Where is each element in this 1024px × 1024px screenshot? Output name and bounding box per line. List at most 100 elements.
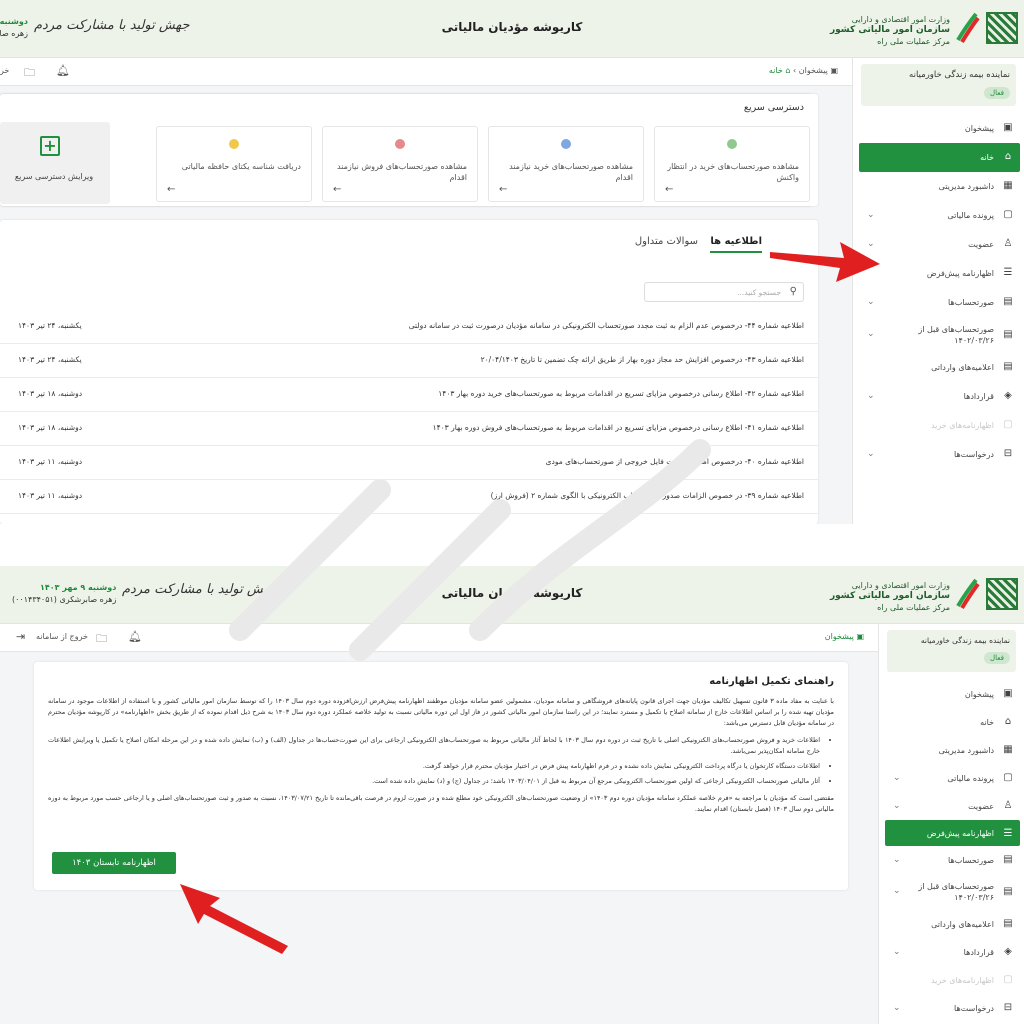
quick-tile-label: دریافت شناسه یکتای حافظه مالیاتی bbox=[181, 162, 301, 171]
quick-tile-sales-action[interactable]: مشاهده صورتحساب‌های فروش نیازمند اقدام ← bbox=[322, 126, 478, 202]
user-info[interactable]: دوشنبه زهره صابر bbox=[0, 16, 28, 40]
edit-quick-access-button[interactable]: + ویرایش دسترسی سریع bbox=[0, 122, 110, 204]
sidebar-item-desk[interactable]: ▣ پیشخوان bbox=[879, 680, 1024, 708]
table-row[interactable]: اطلاعیه شماره ۴۳- درخصوص افزایش حد مجاز … bbox=[0, 344, 818, 378]
sidebar-item-label: اظهارنامه پیش‌فرض bbox=[926, 269, 994, 278]
sidebar-item-dashboard[interactable]: ▦ داشبورد مدیریتی bbox=[879, 736, 1024, 764]
breadcrumb-desk[interactable]: پیشخوان bbox=[825, 632, 854, 641]
table-row[interactable]: اطلاعیه شماره ۴۰- درخصوص امکان دریافت فا… bbox=[0, 446, 818, 480]
toolbar: ▣ پیشخوان 🔔︎ 🗀︎ خروج از سامانه ⇥ bbox=[0, 624, 878, 652]
app-header: وزارت امور اقتصادی و دارایی سازمان امور … bbox=[0, 0, 1024, 58]
red-arrow-icon bbox=[180, 884, 288, 954]
sidebar-item-label: صورتحساب‌ها bbox=[948, 298, 994, 307]
chevron-down-icon[interactable]: ⌄ bbox=[867, 297, 875, 307]
sidebar-item-purchase-declarations: ▢ اظهارنامه‌های خرید bbox=[879, 966, 1024, 994]
sidebar-item-old-invoices[interactable]: ▤ صورتحساب‌های قبل از ۱۴۰۲/۰۳/۲۶ ⌄ bbox=[879, 874, 1024, 910]
announcement-title[interactable]: اطلاعیه شماره ۴۱- اطلاع رسانی درخصوص مزا… bbox=[433, 423, 804, 432]
announcement-date: دوشنبه، ۱۱ تیر ۱۴۰۳ bbox=[18, 491, 83, 500]
logout-button[interactable]: خر bbox=[0, 66, 9, 75]
sidebar-item-purchase-declarations: ▢ اظهارنامه‌های خرید bbox=[853, 411, 1024, 440]
folder-icon[interactable]: 🗀︎ bbox=[24, 64, 35, 83]
quick-tile-purchase-action[interactable]: مشاهده صورتحساب‌های خرید نیازمند اقدام ← bbox=[488, 126, 644, 202]
status-badge: فعال bbox=[984, 87, 1010, 99]
sidebar-item-default-declaration[interactable]: ☰ اظهارنامه پیش‌فرض bbox=[885, 820, 1020, 846]
sidebar-item-requests[interactable]: ⊟ درخواست‌ها ⌄ bbox=[879, 994, 1024, 1022]
sidebar-item-contracts[interactable]: ◈ قراردادها ⌄ bbox=[879, 938, 1024, 966]
invoice-icon bbox=[561, 139, 571, 149]
breadcrumb-home[interactable]: خانه bbox=[769, 66, 783, 75]
sidebar-item-import-notices[interactable]: ▤ اعلامیه‌های وارداتی bbox=[879, 910, 1024, 938]
user-date: دوشنبه bbox=[0, 17, 28, 26]
sidebar-item-membership[interactable]: ♙ عضویت ⌄ bbox=[879, 792, 1024, 820]
table-row[interactable]: اطلاعیه شماره ۴۱- اطلاع رسانی درخصوص مزا… bbox=[0, 412, 818, 446]
announcement-title[interactable]: اطلاعیه شماره ۳۹- در خصوص الزامات صدور ص… bbox=[491, 491, 804, 500]
announcement-title[interactable]: اطلاعیه شماره ۴۲- اطلاع رسانی درخصوص مزا… bbox=[438, 389, 804, 398]
chevron-down-icon[interactable]: ⌄ bbox=[893, 773, 901, 783]
guide-title: راهنمای تکمیل اظهارنامه bbox=[709, 676, 834, 687]
sidebar-item-contracts[interactable]: ◈ قراردادها ⌄ bbox=[853, 382, 1024, 411]
plus-icon: + bbox=[40, 136, 60, 156]
sidebar-item-label: درخواست‌ها bbox=[954, 1003, 994, 1013]
file-icon: ▢ bbox=[1003, 209, 1013, 220]
chevron-down-icon[interactable]: ⌄ bbox=[893, 801, 901, 811]
chevron-down-icon[interactable]: ⌄ bbox=[867, 449, 875, 459]
sidebar-item-label: اظهارنامه‌های خرید bbox=[930, 421, 994, 430]
bell-icon[interactable]: 🔔︎ bbox=[56, 64, 70, 77]
sidebar-item-old-invoices[interactable]: ▤ صورتحساب‌های قبل از ۱۴۰۲/۰۳/۲۶ ⌄ bbox=[853, 317, 1024, 353]
chevron-down-icon[interactable]: ⌄ bbox=[893, 947, 901, 957]
invoice-icon: ▤ bbox=[1003, 329, 1013, 340]
table-row[interactable]: اطلاعیه شماره ۴۴- درخصوص عدم الزام به ثب… bbox=[0, 310, 818, 344]
table-row[interactable]: اطلاعیه شماره ۳۹- در خصوص الزامات صدور ص… bbox=[0, 480, 818, 514]
announcement-title[interactable]: اطلاعیه شماره ۴۰- درخصوص امکان دریافت فا… bbox=[546, 457, 804, 466]
logout-button[interactable]: خروج از سامانه bbox=[36, 632, 88, 641]
announcement-date: دوشنبه، ۱۸ تیر ۱۴۰۳ bbox=[18, 423, 83, 432]
sidebar-item-label: داشبورد مدیریتی bbox=[938, 745, 994, 755]
logout-icon[interactable]: ⇥ bbox=[16, 630, 25, 643]
announcement-title[interactable]: اطلاعیه شماره ۴۳- درخصوص افزایش حد مجاز … bbox=[481, 355, 804, 364]
breadcrumb-separator: › bbox=[792, 66, 797, 75]
sidebar-item-home[interactable]: ⌂ خانه bbox=[859, 143, 1020, 172]
sidebar-item-tax-file[interactable]: ▢ پرونده مالیاتی ⌄ bbox=[853, 201, 1024, 230]
user-icon: ♙ bbox=[1003, 800, 1013, 811]
grid-icon: ▦ bbox=[1003, 744, 1013, 755]
sidebar-item-label: خانه bbox=[980, 717, 994, 727]
sidebar-item-import-notices[interactable]: ▤ اعلامیه‌های وارداتی bbox=[853, 353, 1024, 382]
red-arrow-icon bbox=[770, 242, 880, 282]
grid-icon: ▦ bbox=[1003, 180, 1013, 191]
tab-faq[interactable]: سوالات متداول bbox=[635, 236, 698, 247]
chevron-down-icon[interactable]: ⌄ bbox=[893, 855, 901, 865]
user-icon: ♙ bbox=[1003, 238, 1013, 249]
user-info[interactable]: دوشنبه ۹ مهر ۱۴۰۳ زهره صابرشکری (۰۰۱۴۳۴۰… bbox=[12, 582, 116, 606]
breadcrumb: ▣ پیشخوان bbox=[825, 632, 864, 641]
bell-icon[interactable]: 🔔︎ bbox=[128, 630, 142, 643]
arrow-left-icon: ← bbox=[499, 184, 508, 195]
sidebar-item-dashboard[interactable]: ▦ داشبورد مدیریتی bbox=[853, 172, 1024, 201]
breadcrumb-desk[interactable]: پیشخوان bbox=[799, 66, 828, 75]
quick-tile-memory-id[interactable]: دریافت شناسه یکتای حافظه مالیاتی ← bbox=[156, 126, 312, 202]
sidebar-item-label: پرونده مالیاتی bbox=[947, 211, 994, 220]
announcement-title[interactable]: اطلاعیه شماره ۴۴- درخصوص عدم الزام به ثب… bbox=[409, 321, 804, 330]
chevron-down-icon[interactable]: ⌄ bbox=[867, 210, 875, 220]
user-name: زهره صابرشکری (۰۰۱۴۳۴۰۵۱) bbox=[12, 595, 117, 604]
sidebar-item-invoices[interactable]: ▤ صورتحساب‌ها ⌄ bbox=[879, 846, 1024, 874]
tab-announcements[interactable]: اطلاعیه ها bbox=[710, 236, 762, 253]
chevron-down-icon[interactable]: ⌄ bbox=[867, 391, 875, 401]
quick-tile-purchase-pending[interactable]: مشاهده صورتحساب‌های خرید در انتظار واکنش… bbox=[654, 126, 810, 202]
sidebar-item-invoices[interactable]: ▤ صورتحساب‌ها ⌄ bbox=[853, 288, 1024, 317]
table-row[interactable]: اطلاعیه شماره ۴۲- اطلاع رسانی درخصوص مزا… bbox=[0, 378, 818, 412]
guide-intro: با عنایت به مفاد ماده ۳ قانون تسهیل تکال… bbox=[48, 697, 834, 727]
sidebar-item-label: عضویت bbox=[968, 801, 994, 811]
screenshot-dashboard: وزارت امور اقتصادی و دارایی سازمان امور … bbox=[0, 0, 1024, 524]
sidebar-item-desk[interactable]: ▣ پیشخوان bbox=[853, 114, 1024, 143]
chevron-down-icon[interactable]: ⌄ bbox=[867, 329, 875, 339]
sidebar-item-label: خانه bbox=[980, 153, 994, 162]
chevron-down-icon[interactable]: ⌄ bbox=[893, 886, 901, 896]
sidebar-item-home[interactable]: ⌂ خانه bbox=[879, 708, 1024, 736]
search-input[interactable]: ⚲ جستجو کنید... bbox=[644, 282, 804, 302]
folder-icon[interactable]: 🗀︎ bbox=[96, 630, 107, 649]
summer-declaration-button[interactable]: اظهارنامه تابستان ۱۴۰۳ bbox=[52, 852, 176, 874]
chevron-down-icon[interactable]: ⌄ bbox=[893, 1003, 901, 1013]
sidebar-item-tax-file[interactable]: ▢ پرونده مالیاتی ⌄ bbox=[879, 764, 1024, 792]
invoice-icon: ▤ bbox=[1003, 361, 1013, 372]
sidebar-item-requests[interactable]: ⊟ درخواست‌ها ⌄ bbox=[853, 440, 1024, 469]
